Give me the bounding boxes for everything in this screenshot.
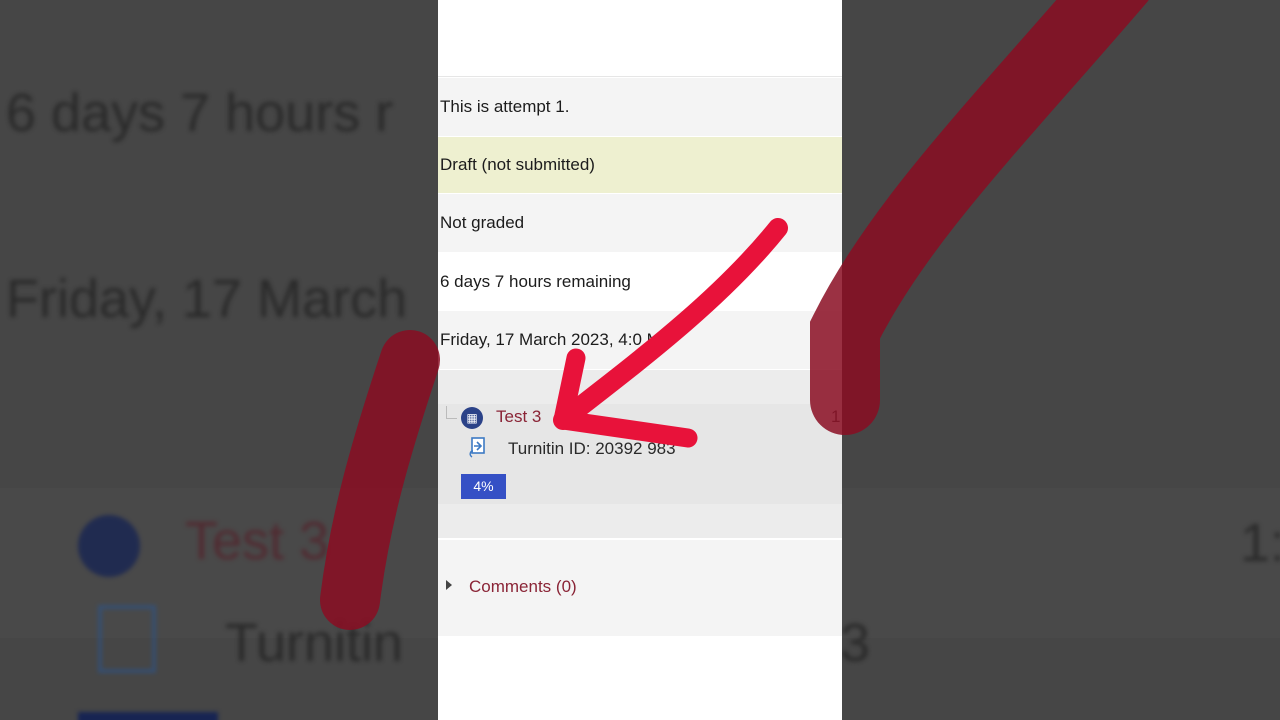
last-modified-text: Friday, 17 March 2023, 4:0 M: [440, 330, 661, 349]
submission-status-panel: This is attempt 1. Draft (not submitted)…: [438, 0, 842, 720]
grading-status-row: Not graded: [438, 194, 842, 252]
tree-connector: [446, 406, 457, 419]
last-modified-row: Friday, 17 March 2023, 4:0 M: [438, 311, 842, 369]
caret-right-icon[interactable]: [446, 580, 452, 590]
submission-status-text: Draft (not submitted): [440, 155, 595, 174]
attempt-row: This is attempt 1.: [438, 78, 842, 136]
turnitin-icon[interactable]: [468, 437, 486, 461]
turnitin-id: Turnitin ID: 20392 983: [508, 439, 676, 458]
grading-status-text: Not graded: [440, 213, 525, 232]
submission-status-row: Draft (not submitted): [438, 137, 842, 193]
submission-comments-row: Comments (0): [438, 540, 842, 636]
file-date: 1: [831, 407, 841, 426]
file-icon: ▦: [461, 407, 483, 429]
similarity-score-badge[interactable]: 4%: [461, 474, 506, 499]
file-link[interactable]: Test 3: [496, 407, 541, 427]
time-remaining-row: 6 days 7 hours remaining: [438, 253, 842, 311]
time-remaining-text: 6 days 7 hours remaining: [440, 272, 631, 291]
panel-header-space: [438, 0, 842, 77]
attempt-text: This is attempt 1.: [440, 97, 570, 116]
file-submissions-row: ▦ Test 3 1 Turnitin ID: 20392 983 4%: [438, 370, 842, 538]
comments-toggle[interactable]: Comments (0): [469, 577, 577, 597]
